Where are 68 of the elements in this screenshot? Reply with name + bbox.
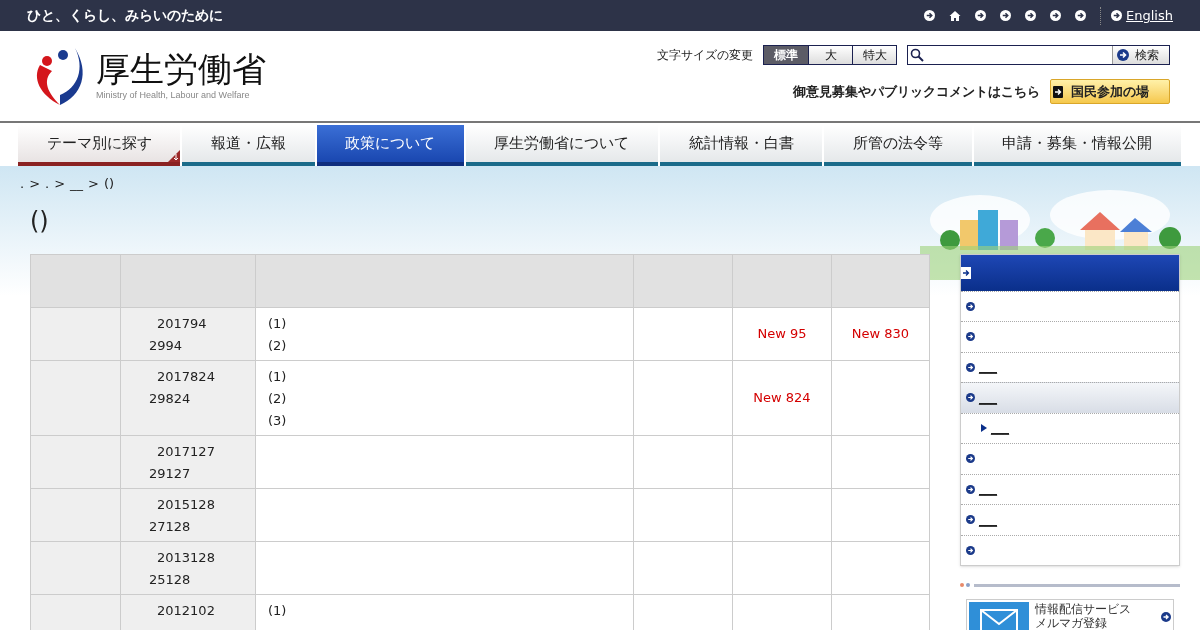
arrow-link-icon[interactable] xyxy=(1075,10,1087,21)
tagline: ひと、くらし、みらいのために xyxy=(27,6,223,25)
date-text: 2017127 xyxy=(156,442,215,461)
arrow-icon xyxy=(966,515,975,525)
date-text: 29824 xyxy=(148,389,191,408)
date-text: 29127 xyxy=(148,464,191,483)
date-text: 201794 xyxy=(156,314,207,333)
arrow-link-icon[interactable] xyxy=(975,10,987,21)
new-label: New 830 xyxy=(851,325,910,341)
arrow-icon xyxy=(966,545,975,555)
new-label: New 95 xyxy=(757,325,807,341)
arrow-icon xyxy=(966,332,975,342)
font-size-button[interactable]: 大 xyxy=(808,46,852,64)
triangle-icon xyxy=(981,424,987,433)
date-text: 27128 xyxy=(148,517,191,536)
arrow-icon xyxy=(1053,85,1063,98)
home-icon[interactable] xyxy=(949,9,962,22)
date-text: 2012102 xyxy=(156,601,215,620)
date-text: 2017824 xyxy=(156,367,215,386)
search-icon xyxy=(910,48,924,62)
logo-title: 厚生労働省 xyxy=(96,49,266,90)
arrow-icon xyxy=(966,484,975,494)
list-item-text: (1) xyxy=(268,314,287,333)
breadcrumb-item: () xyxy=(104,175,115,193)
arrow-icon xyxy=(966,301,975,311)
breadcrumb-item: . xyxy=(20,175,25,193)
font-size-label: 文字サイズの変更 xyxy=(657,47,753,64)
list-item-text: (1) xyxy=(268,601,287,620)
sidebar-subitem[interactable]: ___ xyxy=(961,412,1179,443)
sidebar-item[interactable]: ___ xyxy=(961,473,1179,504)
sidebar-item[interactable]: ___ xyxy=(961,504,1179,535)
arrow-link-icon[interactable] xyxy=(1111,10,1123,21)
font-size-button[interactable]: 標準 xyxy=(764,46,808,64)
logo-subtitle: Ministry of Health, Labour and Welfare xyxy=(96,89,251,103)
arrow-icon xyxy=(1117,49,1129,61)
font-size-button[interactable]: 特大 xyxy=(852,46,896,64)
mail-service-banner[interactable]: 情報配信サービス メルマガ登録 xyxy=(966,599,1174,630)
comment-link[interactable]: 御意見募集やパブリックコメントはこちら xyxy=(793,81,1040,102)
breadcrumb-item: > xyxy=(29,175,41,193)
breadcrumb-item: . xyxy=(45,175,50,193)
list-item-text: (3) xyxy=(268,411,287,430)
nav-tab[interactable]: 政策について xyxy=(316,125,464,166)
arrow-link-icon[interactable] xyxy=(924,10,936,21)
sidebar-item[interactable]: ___ xyxy=(961,382,1179,413)
date-text: 25128 xyxy=(148,570,191,589)
arrow-icon xyxy=(966,362,975,372)
page-title: () xyxy=(29,205,50,236)
arrow-link-icon[interactable] xyxy=(1025,10,1037,21)
breadcrumb-item: > xyxy=(54,175,66,193)
breadcrumb-item: > xyxy=(88,175,99,193)
breadcrumb-item: __ xyxy=(70,175,84,193)
search-field[interactable]: 検索 xyxy=(907,45,1170,65)
arrow-link-icon[interactable] xyxy=(1050,10,1062,21)
date-text: 2015128 xyxy=(156,495,215,514)
arrow-link-icon[interactable] xyxy=(1000,10,1012,21)
arrow-icon xyxy=(1161,612,1171,622)
search-button[interactable]: 検索 xyxy=(1112,46,1169,64)
arrow-icon xyxy=(966,393,975,403)
list-item-text: (2) xyxy=(268,336,287,355)
participation-button[interactable]: 国民参加の場 xyxy=(1050,79,1170,104)
arrow-icon xyxy=(966,454,975,464)
date-text: 2994 xyxy=(148,336,183,355)
date-text: 2013128 xyxy=(156,548,215,567)
list-item-text: (2) xyxy=(268,389,287,408)
new-label: New 824 xyxy=(753,389,811,405)
list-item-text: (1) xyxy=(268,367,287,386)
english-link[interactable]: English xyxy=(1126,5,1173,26)
down-arrow-icon xyxy=(168,150,181,162)
